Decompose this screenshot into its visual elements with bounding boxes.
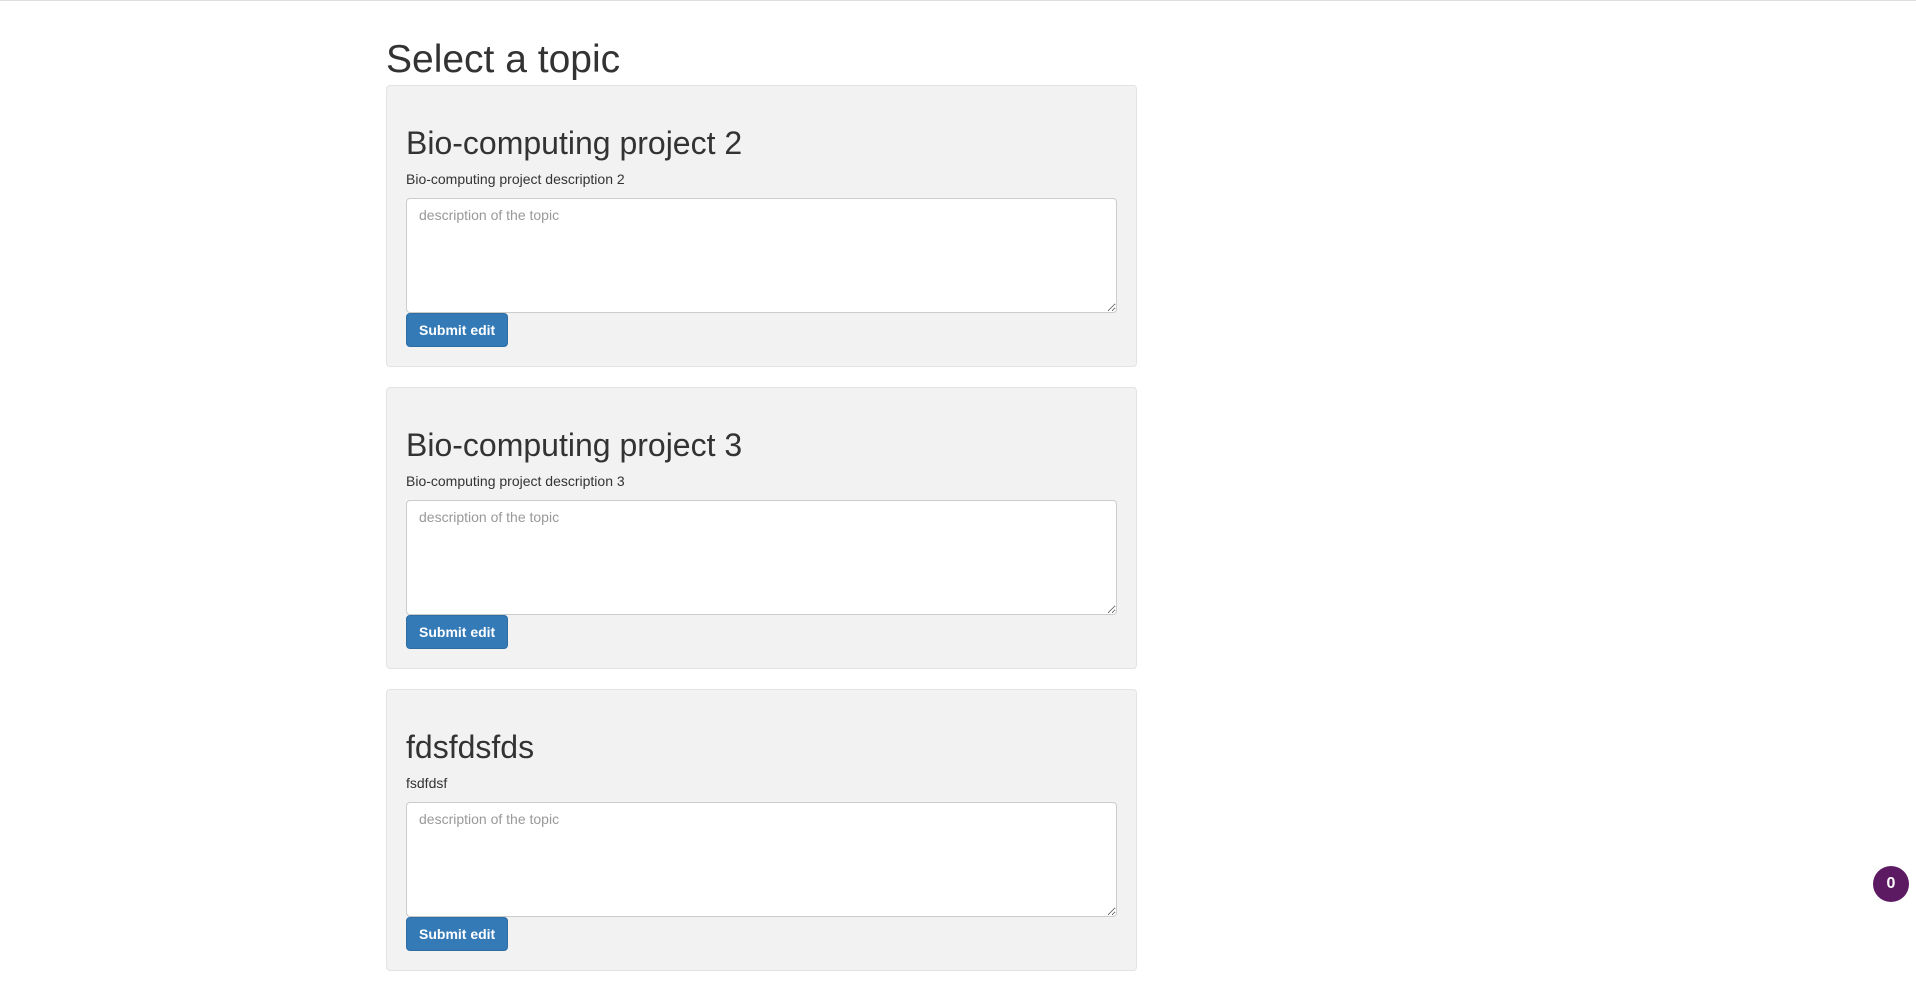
topic-title: Bio-computing project 3 xyxy=(406,427,743,463)
topic-card: fdsfdsfds fsdfdsf Submit edit xyxy=(386,689,1137,971)
page-title: Select a topic xyxy=(386,38,621,81)
topic-description-textarea[interactable] xyxy=(406,802,1117,917)
submit-edit-button[interactable]: Submit edit xyxy=(406,313,509,347)
topic-description: Bio-computing project description 2 xyxy=(406,171,625,187)
topic-description-textarea[interactable] xyxy=(406,500,1117,615)
topic-title: fdsfdsfds xyxy=(406,729,535,765)
notification-count-badge[interactable]: 0 xyxy=(1873,866,1909,902)
submit-edit-button[interactable]: Submit edit xyxy=(406,917,509,951)
topic-description: fsdfdsf xyxy=(406,775,448,791)
topic-description: Bio-computing project description 3 xyxy=(406,473,625,489)
topic-card: Bio-computing project 3 Bio-computing pr… xyxy=(386,387,1137,669)
topic-list: Bio-computing project 2 Bio-computing pr… xyxy=(386,85,1137,971)
main-container: Select a topic Bio-computing project 2 B… xyxy=(386,0,1137,991)
topic-description-textarea[interactable] xyxy=(406,198,1117,313)
topic-title: Bio-computing project 2 xyxy=(406,125,743,161)
topic-card: Bio-computing project 2 Bio-computing pr… xyxy=(386,85,1137,367)
submit-edit-button[interactable]: Submit edit xyxy=(406,615,509,649)
